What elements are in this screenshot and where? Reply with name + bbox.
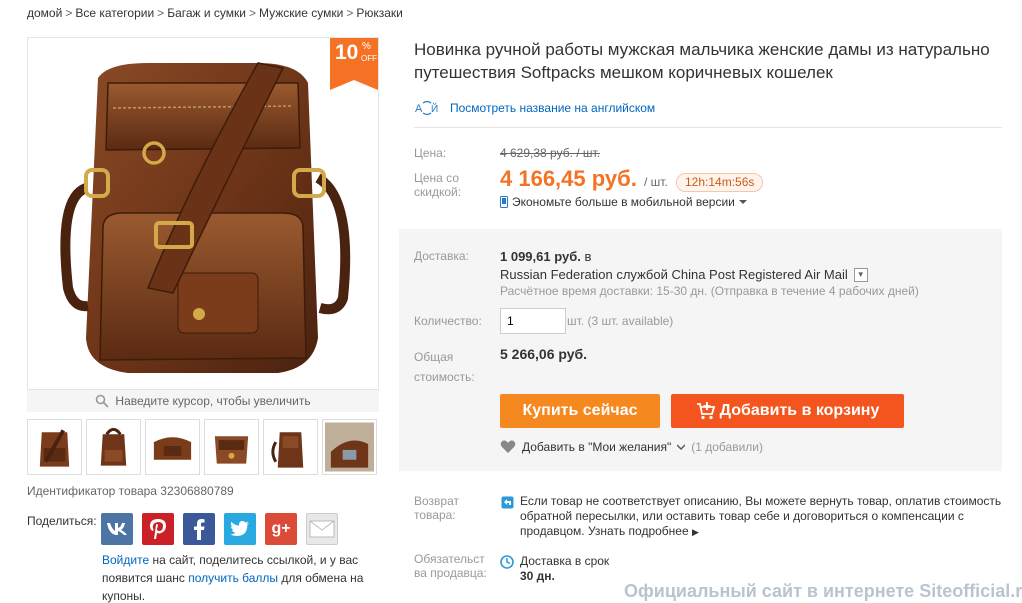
- seller-obligations-label: Обязательст ва продавца:: [414, 552, 487, 580]
- return-icon: [501, 496, 514, 509]
- thumbnail-4[interactable]: [204, 419, 259, 475]
- google-plus-icon[interactable]: g+: [265, 513, 297, 545]
- buy-now-button[interactable]: Купить сейчас: [500, 394, 660, 428]
- translate-link[interactable]: Посмотреть название на английском: [450, 101, 655, 115]
- add-to-wishlist[interactable]: Добавить в "Мои желания" (1 добавили): [500, 440, 763, 454]
- purchase-panel: [399, 229, 1002, 471]
- get-points-link[interactable]: получить баллы: [188, 571, 278, 585]
- vk-icon[interactable]: [101, 513, 133, 545]
- phone-icon: [500, 196, 508, 208]
- shipping-time: Расчётное время доставки: 15-30 дн. (Отп…: [500, 284, 919, 298]
- shipping-price: 1 099,61 руб. в: [500, 249, 592, 264]
- breadcrumb-backpacks[interactable]: Рюкзаки: [356, 6, 403, 20]
- thumbnail-6[interactable]: [322, 419, 377, 475]
- discount-badge: 10 % OFF: [330, 38, 378, 90]
- heart-icon: [500, 440, 516, 453]
- product-main-image[interactable]: 10 % OFF: [27, 37, 379, 390]
- product-id: Идентификатор товара 32306880789: [27, 484, 234, 498]
- breadcrumb: домой > Все категории > Багаж и сумки > Мужски…: [27, 6, 403, 20]
- backpack-image: [60, 62, 351, 373]
- svg-text:Й: Й: [431, 102, 438, 115]
- price-unit: / шт.: [644, 175, 668, 189]
- shipping-dropdown-icon[interactable]: ▼: [853, 267, 868, 282]
- mobile-savings[interactable]: Экономьте больше в мобильной версии: [500, 195, 747, 209]
- pinterest-icon[interactable]: [142, 513, 174, 545]
- delivery-guarantee: Доставка в срок 30 дн.: [520, 554, 610, 583]
- quantity-note: шт. (3 шт. available): [567, 314, 674, 328]
- quantity-input[interactable]: [500, 308, 566, 334]
- thumbnail-5[interactable]: [263, 419, 318, 475]
- watermark: Официальный сайт в интернете Siteofficia…: [624, 581, 1022, 601]
- translate-title[interactable]: A Й Посмотреть название на английском: [414, 100, 655, 116]
- add-to-cart-button[interactable]: Добавить в корзину: [671, 394, 904, 428]
- share-label: Поделиться:: [27, 514, 97, 528]
- twitter-icon[interactable]: [224, 513, 256, 545]
- login-link[interactable]: Войдите: [102, 553, 149, 567]
- quantity-label: Количество:: [414, 314, 482, 328]
- breadcrumb-mens-bags[interactable]: Мужские сумки: [259, 6, 343, 20]
- total-label: Общая стоимость:: [414, 350, 475, 384]
- breadcrumb-all-categories[interactable]: Все категории: [75, 6, 154, 20]
- cart-icon: [696, 402, 715, 420]
- chevron-down-icon: [677, 444, 686, 450]
- product-title: Новинка ручной работы мужская мальчика ж…: [414, 40, 990, 82]
- share-icons: g+: [101, 513, 338, 545]
- discount-price-label: Цена со скидкой:: [414, 171, 462, 199]
- share-promo-text: Войдите на сайт, поделитесь ссылкой, и у…: [102, 553, 364, 603]
- price-label: Цена:: [414, 146, 447, 160]
- magnifier-icon: [96, 394, 110, 408]
- thumbnail-1[interactable]: [27, 419, 82, 475]
- thumbnail-strip: [27, 419, 377, 475]
- breadcrumb-home[interactable]: домой: [27, 6, 62, 20]
- zoom-hint: Наведите курсор, чтобы увеличить: [27, 390, 379, 412]
- play-arrow-icon[interactable]: ▶: [692, 527, 699, 537]
- total-price: 5 266,06 руб.: [500, 346, 588, 362]
- facebook-icon[interactable]: [183, 513, 215, 545]
- returns-label: Возврат товара:: [414, 494, 459, 522]
- email-icon[interactable]: [306, 513, 338, 545]
- old-price: 4 629,38 руб. / шт.: [500, 146, 601, 160]
- thumbnail-3[interactable]: [145, 419, 200, 475]
- divider: [414, 127, 1002, 128]
- svg-text:A: A: [415, 103, 423, 115]
- shipping-label: Доставка:: [414, 249, 469, 263]
- breadcrumb-luggage[interactable]: Багаж и сумки: [167, 6, 246, 20]
- clock-icon: [500, 555, 514, 569]
- discount-price: 4 166,45 руб.: [500, 166, 637, 191]
- returns-text: Если товар не соответствует описанию, Вы…: [520, 494, 1002, 538]
- translate-icon: A Й: [415, 100, 438, 116]
- countdown-timer: 12h:14m:56s: [676, 173, 764, 192]
- chevron-down-icon: [738, 200, 747, 204]
- shipping-method[interactable]: Russian Federation службой China Post Re…: [500, 267, 868, 282]
- thumbnail-2[interactable]: [86, 419, 141, 475]
